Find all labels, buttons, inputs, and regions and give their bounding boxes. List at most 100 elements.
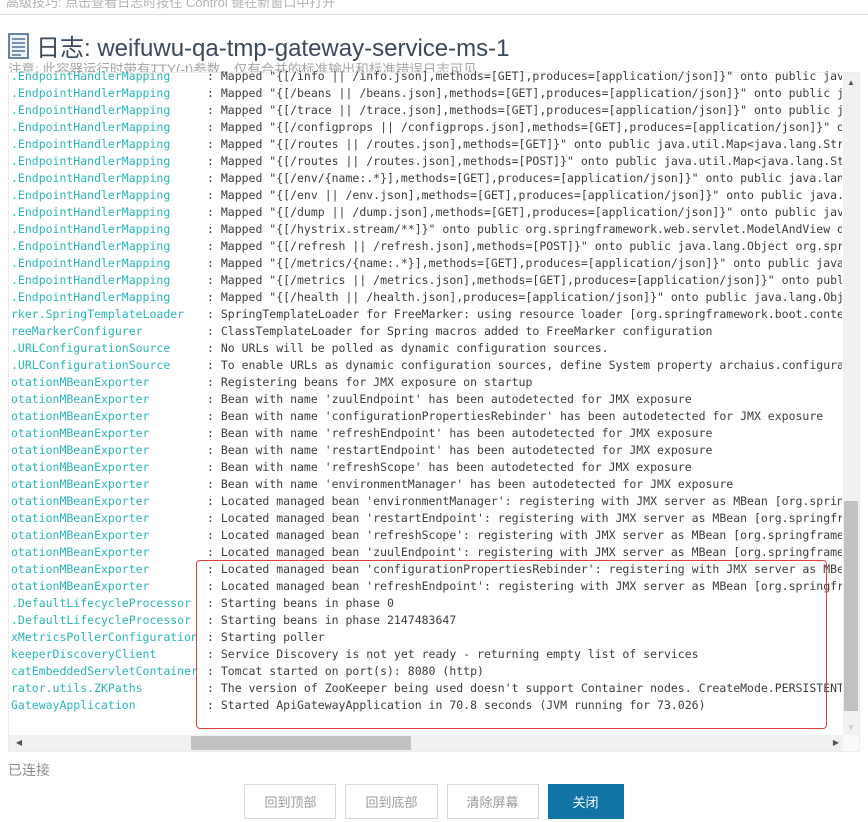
- log-line: .EndpointHandlerMapping: Mapped "{[/info…: [11, 68, 842, 85]
- log-line: xMetricsPollerConfiguration: Starting po…: [11, 629, 842, 646]
- log-line: .EndpointHandlerMapping: Mapped "{[/hyst…: [11, 221, 842, 238]
- clear-screen-button[interactable]: 清除屏幕: [447, 784, 539, 819]
- logger-name: .URLConfigurationSource: [11, 357, 207, 374]
- logger-name: .EndpointHandlerMapping: [11, 221, 207, 238]
- logger-name: rker.SpringTemplateLoader: [11, 306, 207, 323]
- scroll-down-icon[interactable]: ▼: [843, 720, 859, 736]
- log-line: .EndpointHandlerMapping: Mapped "{[/refr…: [11, 238, 842, 255]
- logger-name: .DefaultLifecycleProcessor: [11, 612, 207, 629]
- log-line: .EndpointHandlerMapping: Mapped "{[/metr…: [11, 272, 842, 289]
- logger-name: .URLConfigurationSource: [11, 340, 207, 357]
- logger-name: otationMBeanExporter: [11, 510, 207, 527]
- log-message: : No URLs will be polled as dynamic conf…: [207, 340, 609, 357]
- scrollbar-corner: [843, 735, 859, 751]
- header-divider: [0, 14, 868, 15]
- logger-name: otationMBeanExporter: [11, 425, 207, 442]
- log-line: .EndpointHandlerMapping: Mapped "{[/heal…: [11, 289, 842, 306]
- footer-buttons: 回到顶部 回到底部 清除屏幕 关闭: [0, 784, 868, 819]
- log-panel[interactable]: .EndpointHandlerMapping: Mapped "{[/info…: [8, 72, 860, 752]
- log-message: : Tomcat started on port(s): 8080 (http): [207, 663, 484, 680]
- back-to-bottom-button[interactable]: 回到底部: [345, 784, 437, 819]
- logger-name: keeperDiscoveryClient: [11, 646, 207, 663]
- log-line: otationMBeanExporter: Located managed be…: [11, 578, 842, 595]
- log-line: otationMBeanExporter: Located managed be…: [11, 561, 842, 578]
- log-message: : Located managed bean 'refreshEndpoint'…: [207, 578, 842, 595]
- log-message: : SpringTemplateLoader for FreeMarker: u…: [207, 306, 842, 323]
- logger-name: otationMBeanExporter: [11, 493, 207, 510]
- logger-name: .EndpointHandlerMapping: [11, 136, 207, 153]
- log-message: : To enable URLs as dynamic configuratio…: [207, 357, 842, 374]
- logger-name: otationMBeanExporter: [11, 442, 207, 459]
- logger-name: otationMBeanExporter: [11, 561, 207, 578]
- log-line: rator.utils.ZKPaths: The version of ZooK…: [11, 680, 842, 697]
- logger-name: .EndpointHandlerMapping: [11, 238, 207, 255]
- logger-name: .EndpointHandlerMapping: [11, 255, 207, 272]
- back-to-top-button[interactable]: 回到顶部: [244, 784, 336, 819]
- log-line: .DefaultLifecycleProcessor: Starting bea…: [11, 595, 842, 612]
- log-message: : Mapped "{[/info || /info.json],methods…: [207, 68, 842, 85]
- log-message: : Located managed bean 'environmentManag…: [207, 493, 842, 510]
- horizontal-scrollbar[interactable]: ◀ ▶: [9, 735, 844, 751]
- logger-name: .EndpointHandlerMapping: [11, 204, 207, 221]
- log-line: otationMBeanExporter: Bean with name 'zu…: [11, 391, 842, 408]
- log-message: : Mapped "{[/health || /health.json],pro…: [207, 289, 842, 306]
- log-message: : Mapped "{[/configprops || /configprops…: [207, 119, 842, 136]
- log-message: : Mapped "{[/metrics || /metrics.json],m…: [207, 272, 842, 289]
- log-line: .EndpointHandlerMapping: Mapped "{[/bean…: [11, 85, 842, 102]
- log-message: : Bean with name 'configurationPropertie…: [207, 408, 823, 425]
- log-message: : The version of ZooKeeper being used do…: [207, 680, 842, 697]
- log-line: .EndpointHandlerMapping: Mapped "{[/conf…: [11, 119, 842, 136]
- log-line: .EndpointHandlerMapping: Mapped "{[/env …: [11, 187, 842, 204]
- log-message: : Mapped "{[/env/{name:.*}],methods=[GET…: [207, 170, 842, 187]
- log-message: : Mapped "{[/routes || /routes.json],met…: [207, 153, 842, 170]
- log-line: .EndpointHandlerMapping: Mapped "{[/rout…: [11, 153, 842, 170]
- log-message: : Located managed bean 'configurationPro…: [207, 561, 842, 578]
- log-message: : Bean with name 'restartEndpoint' has b…: [207, 442, 712, 459]
- close-button[interactable]: 关闭: [548, 784, 624, 819]
- vertical-scroll-thumb[interactable]: [844, 501, 858, 711]
- logger-name: reeMarkerConfigurer: [11, 323, 207, 340]
- logger-name: catEmbeddedServletContainer: [11, 663, 207, 680]
- logger-name: .EndpointHandlerMapping: [11, 102, 207, 119]
- logger-name: xMetricsPollerConfiguration: [11, 629, 207, 646]
- log-message: : Starting poller: [207, 629, 325, 646]
- document-icon: [8, 33, 29, 59]
- vertical-scrollbar[interactable]: ▲ ▼: [843, 73, 859, 736]
- log-line: otationMBeanExporter: Bean with name 're…: [11, 459, 842, 476]
- log-line: .EndpointHandlerMapping: Mapped "{[/env/…: [11, 170, 842, 187]
- horizontal-scroll-thumb[interactable]: [191, 736, 411, 750]
- log-viewer-page: 高级技巧: 点击查看日志时按住 Control 键在新窗口中打开 日志: wei…: [0, 0, 868, 822]
- log-message: : Bean with name 'zuulEndpoint' has been…: [207, 391, 692, 408]
- scroll-up-icon[interactable]: ▲: [843, 75, 859, 91]
- log-line: .EndpointHandlerMapping: Mapped "{[/dump…: [11, 204, 842, 221]
- log-line: GatewayApplication: Started ApiGatewayAp…: [11, 697, 842, 714]
- logger-name: .EndpointHandlerMapping: [11, 68, 207, 85]
- logger-name: .EndpointHandlerMapping: [11, 170, 207, 187]
- log-message: : Located managed bean 'restartEndpoint'…: [207, 510, 842, 527]
- logger-name: .EndpointHandlerMapping: [11, 289, 207, 306]
- logger-name: otationMBeanExporter: [11, 544, 207, 561]
- log-message: : Bean with name 'refreshEndpoint' has b…: [207, 425, 712, 442]
- logger-name: rator.utils.ZKPaths: [11, 680, 207, 697]
- logger-name: otationMBeanExporter: [11, 476, 207, 493]
- top-hint: 高级技巧: 点击查看日志时按住 Control 键在新窗口中打开: [6, 0, 846, 13]
- log-line: .DefaultLifecycleProcessor: Starting bea…: [11, 612, 842, 629]
- log-line: otationMBeanExporter: Located managed be…: [11, 544, 842, 561]
- log-message: : Registering beans for JMX exposure on …: [207, 374, 532, 391]
- log-message: : Located managed bean 'refreshScope': r…: [207, 527, 842, 544]
- logger-name: otationMBeanExporter: [11, 527, 207, 544]
- log-message: : Mapped "{[/metrics/{name:.*}],methods=…: [207, 255, 842, 272]
- logger-name: otationMBeanExporter: [11, 374, 207, 391]
- log-line: keeperDiscoveryClient: Service Discovery…: [11, 646, 842, 663]
- scroll-right-icon[interactable]: ▶: [828, 735, 844, 751]
- log-line: .URLConfigurationSource: No URLs will be…: [11, 340, 842, 357]
- log-message: : Service Discovery is not yet ready - r…: [207, 646, 699, 663]
- log-line: otationMBeanExporter: Bean with name 'en…: [11, 476, 842, 493]
- log-message: : Bean with name 'environmentManager' ha…: [207, 476, 733, 493]
- top-hint-text: 高级技巧: 点击查看日志时按住 Control 键在新窗口中打开: [6, 0, 846, 11]
- log-line: .EndpointHandlerMapping: Mapped "{[/metr…: [11, 255, 842, 272]
- logger-name: otationMBeanExporter: [11, 391, 207, 408]
- log-line: reeMarkerConfigurer: ClassTemplateLoader…: [11, 323, 842, 340]
- log-line: .EndpointHandlerMapping: Mapped "{[/rout…: [11, 136, 842, 153]
- scroll-left-icon[interactable]: ◀: [11, 735, 27, 751]
